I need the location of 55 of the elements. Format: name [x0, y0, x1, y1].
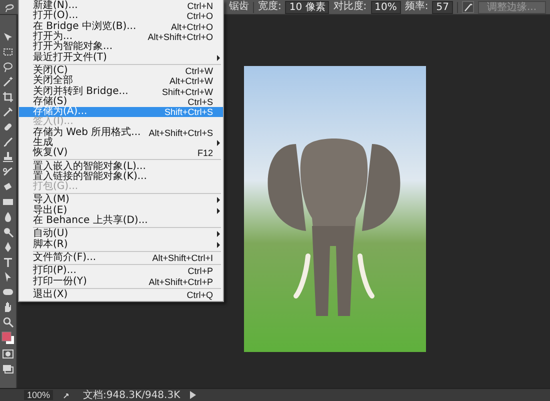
path-selection-icon[interactable] — [2, 271, 14, 283]
menu-item[interactable]: 脚本(R) — [19, 240, 223, 250]
menu-item[interactable]: 置入链接的智能对象(K)... — [19, 172, 223, 182]
menu-item[interactable]: 恢复(V) F12 — [19, 148, 223, 158]
option-field[interactable]: 10 像素 — [285, 0, 330, 14]
magic-wand-icon[interactable] — [2, 76, 14, 88]
menu-item[interactable]: 打印(P)... Ctrl+P — [19, 266, 223, 276]
menu-item[interactable]: 导出(E) — [19, 206, 223, 216]
menu-item[interactable]: 关闭全部 Alt+Ctrl+W — [19, 76, 223, 86]
pen-tool-icon[interactable] — [2, 241, 14, 253]
menu-item[interactable]: 在 Behance 上共享(D)... — [19, 216, 223, 226]
option-label: 锯齿 — [229, 1, 249, 13]
expand-arrow-icon[interactable] — [190, 391, 196, 399]
document-size-text: 文档:948.3K/948.3K — [83, 390, 180, 400]
lasso-tool-icon[interactable] — [2, 61, 14, 73]
option-label: 频率: — [404, 1, 428, 13]
menu-item[interactable]: 打开为智能对象... — [19, 42, 223, 52]
menu-item[interactable]: 在 Bridge 中浏览(B)... Alt+Ctrl+O — [19, 22, 223, 32]
shape-tool-icon[interactable] — [2, 286, 14, 298]
submenu-arrow-icon — [216, 54, 220, 61]
pen-pressure-icon[interactable] — [462, 1, 474, 13]
brush-tool-icon[interactable] — [2, 136, 14, 148]
move-tool-icon[interactable] — [2, 31, 14, 43]
menu-item[interactable]: 存储为 Web 所用格式... Alt+Shift+Ctrl+S — [19, 128, 223, 138]
crop-tool-icon[interactable] — [2, 91, 14, 103]
menu-item[interactable]: 最近打开文件(T) — [19, 52, 223, 63]
color-swatches-icon[interactable] — [1, 331, 15, 345]
option-field[interactable]: 10% — [370, 0, 401, 14]
menu-item[interactable]: 打开(O)... Ctrl+O — [19, 11, 223, 22]
marquee-tool-icon[interactable] — [2, 46, 14, 58]
eyedropper-icon[interactable] — [2, 106, 14, 118]
menu-item[interactable]: 文件简介(F)... Alt+Shift+Ctrl+I — [19, 252, 223, 264]
dodge-tool-icon[interactable] — [2, 226, 14, 238]
option-field[interactable]: 57 — [432, 0, 453, 14]
menu-item[interactable]: 打印一份(Y) Alt+Shift+Ctrl+P — [19, 276, 223, 287]
option-label: 对比度: — [333, 1, 367, 13]
menu-item[interactable]: 退出(X) Ctrl+Q — [19, 290, 223, 300]
menu-item[interactable]: 自动(U) — [19, 229, 223, 240]
option-label: 宽度: — [258, 1, 282, 13]
menu-item[interactable]: 存储(S) Ctrl+S — [19, 96, 223, 107]
zoom-tool-icon[interactable] — [2, 316, 14, 328]
eraser-tool-icon[interactable] — [2, 181, 14, 193]
menu-item[interactable]: 关闭并转到 Bridge... Shift+Ctrl+W — [19, 86, 223, 97]
quick-mask-icon[interactable] — [2, 348, 14, 360]
menu-item[interactable]: 置入嵌入的智能对象(L)... — [19, 161, 223, 172]
type-tool-icon[interactable] — [2, 256, 14, 268]
zoom-level-field[interactable]: 100% — [24, 390, 54, 400]
submenu-arrow-icon — [216, 140, 220, 146]
gradient-tool-icon[interactable] — [2, 196, 14, 208]
history-brush-icon[interactable] — [2, 166, 14, 178]
blur-tool-icon[interactable] — [2, 211, 14, 223]
hand-tool-icon[interactable] — [2, 301, 14, 313]
screen-mode-icon[interactable] — [2, 363, 14, 375]
stamp-tool-icon[interactable] — [2, 151, 14, 163]
menu-item[interactable]: 导入(M) — [19, 195, 223, 206]
